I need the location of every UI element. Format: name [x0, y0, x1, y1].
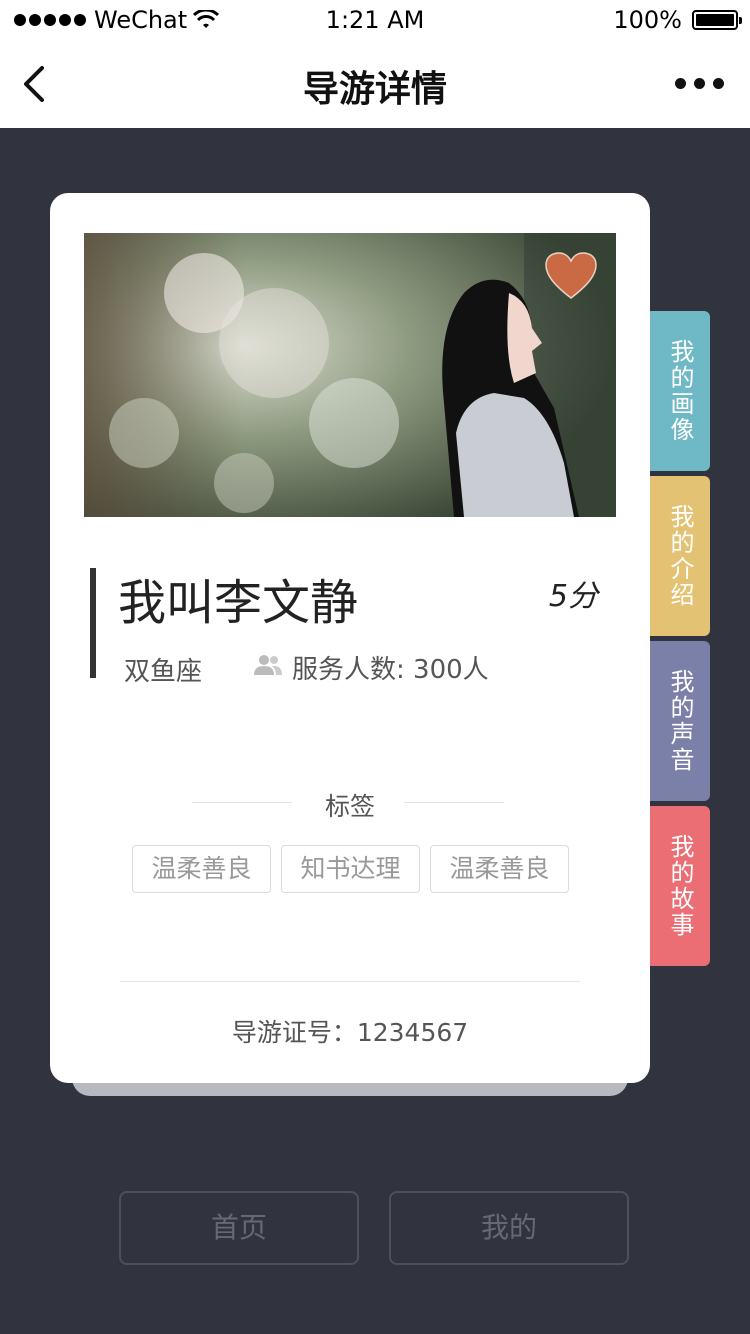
- tag-item[interactable]: 温柔善良: [430, 845, 569, 893]
- page-title: 导游详情: [302, 69, 447, 110]
- more-icon[interactable]: [675, 78, 724, 89]
- name-accent-bar: [90, 568, 96, 678]
- status-right: 100%: [613, 6, 742, 34]
- tab-voice[interactable]: 我的声音: [650, 641, 710, 801]
- tag-item[interactable]: 知书达理: [281, 845, 420, 893]
- favorite-heart-icon[interactable]: [544, 251, 598, 301]
- tags-list: 温柔善良 知书达理 温柔善良: [132, 845, 569, 893]
- tab-voice-label: 我的声音: [666, 669, 694, 773]
- guide-score: 5分: [548, 579, 598, 614]
- tab-introduction[interactable]: 我的介绍: [650, 476, 710, 636]
- tab-portrait[interactable]: 我的画像: [650, 311, 710, 471]
- people-icon: [254, 655, 282, 675]
- divider: [120, 981, 580, 982]
- tag-item[interactable]: 温柔善良: [132, 845, 271, 893]
- tags-divider-right: [404, 802, 504, 803]
- tab-portrait-label: 我的画像: [666, 339, 694, 443]
- home-button[interactable]: 首页: [119, 1191, 359, 1265]
- guide-card: 我叫李文静 5分 双鱼座 服务人数: 300人 标签 温柔善良 知书达理 温柔善…: [50, 193, 650, 1083]
- license-number: 导游证号：1234567: [231, 1018, 469, 1047]
- mine-button[interactable]: 我的: [389, 1191, 629, 1265]
- battery-percent: 100%: [613, 6, 682, 34]
- service-count: 服务人数: 300人: [292, 655, 489, 685]
- tab-story[interactable]: 我的故事: [650, 806, 710, 966]
- status-bar: WeChat 1:21 AM 100%: [0, 0, 750, 40]
- photo-image: [84, 233, 616, 517]
- guide-zodiac: 双鱼座: [124, 657, 203, 687]
- tags-title: 标签: [324, 792, 375, 821]
- tab-story-label: 我的故事: [666, 834, 694, 938]
- tab-introduction-label: 我的介绍: [666, 504, 694, 608]
- guide-name: 我叫李文静: [118, 575, 359, 631]
- battery-icon: [692, 10, 742, 30]
- nav-bar: 导游详情: [0, 40, 750, 128]
- guide-photo: [84, 233, 616, 517]
